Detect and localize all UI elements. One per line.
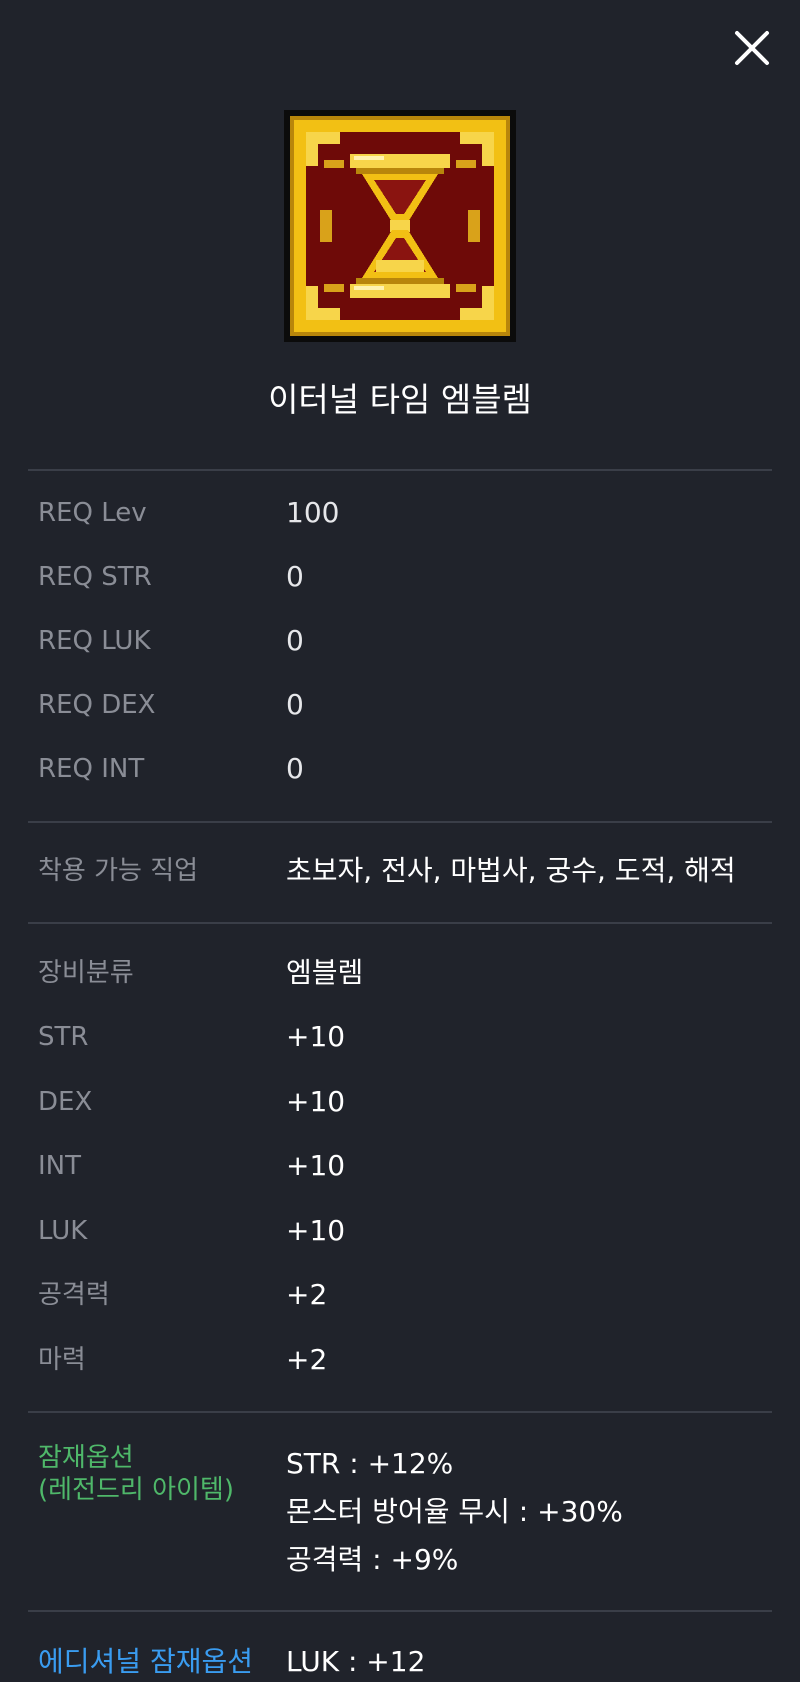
- req-str-label: REQ STR: [38, 562, 152, 592]
- divider: [28, 922, 772, 924]
- req-luk-row: REQ LUK 0: [0, 621, 800, 661]
- req-luk-value: 0: [286, 624, 304, 657]
- req-int-label: REQ INT: [38, 754, 145, 784]
- stat-int-label: INT: [38, 1151, 81, 1181]
- stat-luk-label: LUK: [38, 1216, 88, 1246]
- item-title: 이터널 타임 엠블렘: [268, 380, 532, 419]
- jobs-value: 초보자, 전사, 마법사, 궁수, 도적, 해적: [286, 854, 736, 887]
- req-dex-row: REQ DEX 0: [0, 685, 800, 725]
- req-luk-label: REQ LUK: [38, 626, 151, 656]
- stat-dex-value: +10: [286, 1085, 346, 1118]
- req-dex-value: 0: [286, 688, 304, 721]
- stat-magic-row: 마력 +2: [0, 1340, 800, 1380]
- stat-luk-row: LUK +10: [0, 1211, 800, 1251]
- equip-category-value: 엠블렘: [286, 956, 364, 989]
- divider: [28, 1610, 772, 1612]
- stat-magic-label: 마력: [38, 1345, 86, 1375]
- equip-category-row: 장비분류 엠블렘: [0, 953, 800, 993]
- stat-int-row: INT +10: [0, 1146, 800, 1186]
- divider: [28, 1411, 772, 1413]
- stat-magic-value: +2: [286, 1343, 328, 1376]
- potential-label: 잠재옵션 (레전드리 아이템): [38, 1442, 234, 1506]
- jobs-row: 착용 가능 직업 초보자, 전사, 마법사, 궁수, 도적, 해적: [0, 851, 800, 891]
- stat-dex-label: DEX: [38, 1087, 93, 1117]
- req-str-value: 0: [286, 560, 304, 593]
- additional-potential-option: LUK : +12: [286, 1645, 426, 1678]
- req-str-row: REQ STR 0: [0, 557, 800, 597]
- equip-category-label: 장비분류: [38, 958, 134, 988]
- req-int-row: REQ INT 0: [0, 749, 800, 789]
- potential-option: STR : +12%: [286, 1447, 454, 1480]
- additional-potential-label: 에디셔널 잠재옵션: [38, 1645, 253, 1678]
- stat-str-label: STR: [38, 1022, 89, 1052]
- stat-int-value: +10: [286, 1149, 346, 1182]
- req-level-label: REQ Lev: [38, 498, 147, 528]
- req-level-value: 100: [286, 496, 340, 529]
- hourglass-emblem-icon: [284, 110, 516, 342]
- potential-label-grade: (레전드리 아이템): [38, 1475, 234, 1505]
- potential-options: STR : +12% 몬스터 방어율 무시 : +30% 공격력 : +9%: [286, 1440, 623, 1584]
- stat-str-row: STR +10: [0, 1017, 800, 1057]
- stat-luk-value: +10: [286, 1214, 346, 1247]
- potential-option: 공격력 : +9%: [286, 1543, 459, 1576]
- stat-str-value: +10: [286, 1020, 346, 1053]
- potential-option: 몬스터 방어율 무시 : +30%: [286, 1495, 623, 1528]
- close-button[interactable]: [732, 28, 772, 68]
- stat-dex-row: DEX +10: [0, 1082, 800, 1122]
- jobs-label: 착용 가능 직업: [38, 856, 199, 886]
- close-icon: [732, 28, 772, 68]
- stat-attack-label: 공격력: [38, 1280, 110, 1310]
- req-int-value: 0: [286, 752, 304, 785]
- req-dex-label: REQ DEX: [38, 690, 156, 720]
- req-level-row: REQ Lev 100: [0, 493, 800, 533]
- divider: [28, 821, 772, 823]
- stat-attack-row: 공격력 +2: [0, 1275, 800, 1315]
- divider: [28, 469, 772, 471]
- stat-attack-value: +2: [286, 1278, 328, 1311]
- potential-label-title: 잠재옵션: [38, 1443, 134, 1473]
